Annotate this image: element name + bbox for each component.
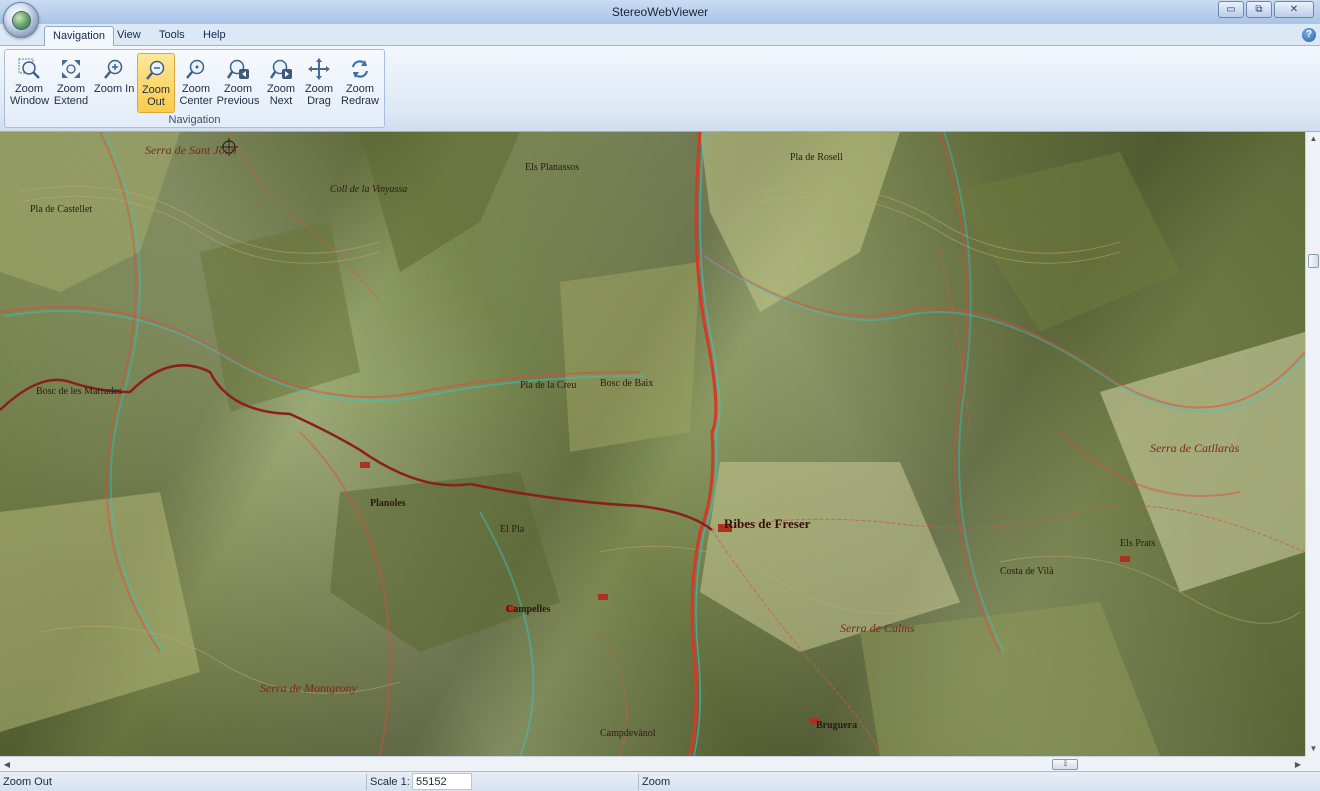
scale-input[interactable] [412, 773, 472, 790]
map-label: Serra de Montgrony [260, 681, 358, 695]
terrain-shading [0, 132, 1305, 756]
zoom-next-icon [269, 59, 292, 79]
zoom-center-button[interactable]: Zoom Center [178, 53, 214, 113]
map-label: Campelles [506, 604, 551, 615]
zoom-in-icon [104, 59, 123, 79]
zoom-window-button[interactable]: Zoom Window [10, 53, 50, 113]
globe-icon [12, 11, 31, 30]
zoom-out-label-1: Zoom [141, 84, 171, 96]
map-label: Bosc de Baix [600, 378, 653, 389]
zoom-extend-label-1: Zoom [56, 83, 86, 95]
stereo-map: Serra de Sant Joan Pla de Castellet Pla … [0, 132, 1305, 756]
maximize-button[interactable]: ⧉ [1246, 1, 1272, 18]
zoom-redraw-icon [351, 60, 369, 78]
scroll-up-button[interactable]: ▲ [1306, 132, 1320, 146]
zoom-previous-icon [226, 59, 249, 79]
map-label: Pla de Rosell [790, 152, 843, 163]
map-label: Campdevànol [600, 728, 656, 739]
scale-label: Scale 1: [370, 776, 410, 788]
ribbon-tab-bar: Navigation View Tools Help ? [0, 24, 1320, 47]
zoom-center-label-2: Center [179, 95, 213, 107]
map-label: Serra de Catllaràs [1150, 441, 1240, 455]
map-label: Coll de la Vinyassa [330, 184, 407, 195]
zoom-redraw-button[interactable]: Zoom Redraw [339, 53, 381, 113]
zoom-drag-label-1: Zoom [304, 83, 334, 95]
map-label: Pla de la Creu [520, 380, 576, 391]
map-label: Els Planassos [525, 162, 579, 173]
zoom-extend-button[interactable]: Zoom Extend [53, 53, 89, 113]
zoom-next-label-2: Next [269, 95, 293, 107]
status-mode: Zoom Out [3, 776, 52, 788]
zoom-center-label-1: Zoom [181, 83, 211, 95]
vertical-scrollbar[interactable]: ▲ ▼ [1305, 132, 1320, 756]
zoom-extend-label-2: Extend [53, 95, 89, 107]
close-button[interactable]: ✕ [1274, 1, 1314, 18]
map-label: Serra de Sant Joan [145, 143, 237, 157]
zoom-in-label-1: Zoom In [94, 83, 135, 95]
zoom-drag-icon [308, 58, 330, 80]
horizontal-scroll-thumb[interactable]: ⁞⁞⁞ [1052, 759, 1078, 770]
zoom-extend-icon [62, 60, 80, 78]
scroll-left-button[interactable]: ◀ [0, 757, 14, 772]
ribbon: Zoom Window Zoom Extend Zoom In Zoom Out… [0, 46, 1320, 132]
map-label: Ribes de Freser [724, 516, 811, 531]
help-icon[interactable]: ? [1302, 28, 1316, 42]
map-label: El Pla [500, 524, 525, 535]
app-menu-button[interactable] [3, 2, 39, 38]
status-divider [366, 774, 367, 790]
map-label: Pla de Castellet [30, 204, 92, 215]
map-label: Serra de Calms [840, 621, 915, 635]
zoom-drag-button[interactable]: Zoom Drag [302, 53, 336, 113]
zoom-previous-label-2: Previous [216, 95, 260, 107]
zoom-window-label-2: Window [10, 95, 50, 107]
scroll-right-button[interactable]: ▶ [1291, 757, 1305, 772]
tab-tools[interactable]: Tools [151, 26, 193, 46]
zoom-out-button[interactable]: Zoom Out [137, 53, 175, 113]
map-label: Costa de Vilà [1000, 566, 1054, 577]
navigation-group-label: Navigation [168, 114, 221, 126]
zoom-center-icon [186, 59, 205, 79]
window-controls: ▭ ⧉ ✕ [1218, 1, 1314, 18]
zoom-drag-label-2: Drag [307, 95, 331, 107]
status-tool: Zoom [642, 776, 671, 788]
window-title: StereoWebViewer [611, 5, 709, 19]
scroll-corner [1305, 756, 1320, 771]
map-label: Bosc de les Marrades [36, 386, 122, 397]
map-label: Planoles [370, 498, 406, 509]
tab-view[interactable]: View [109, 26, 149, 46]
tab-navigation[interactable]: Navigation [44, 26, 114, 47]
river [688, 132, 718, 756]
map-viewport[interactable]: Serra de Sant Joan Pla de Castellet Pla … [0, 132, 1305, 756]
horizontal-scrollbar[interactable]: ◀ ⁞⁞⁞ ▶ [0, 756, 1305, 771]
status-bar: Zoom Out Scale 1: Zoom [0, 771, 1320, 791]
scroll-down-button[interactable]: ▼ [1306, 742, 1320, 756]
zoom-out-icon [146, 60, 165, 80]
minimize-button[interactable]: ▭ [1218, 1, 1244, 18]
zoom-window-icon [18, 58, 40, 79]
zoom-in-button[interactable]: Zoom In [94, 53, 134, 113]
map-label: Bruguera [816, 720, 857, 731]
vertical-scroll-thumb[interactable] [1308, 254, 1319, 268]
zoom-window-label-1: Zoom [14, 83, 44, 95]
zoom-next-button[interactable]: Zoom Next [264, 53, 298, 113]
map-label: Els Prats [1120, 538, 1155, 549]
zoom-previous-button[interactable]: Zoom Previous [216, 53, 260, 113]
zoom-redraw-label-1: Zoom [345, 83, 375, 95]
title-bar: StereoWebViewer ▭ ⧉ ✕ [0, 0, 1320, 38]
zoom-previous-label-1: Zoom [223, 83, 253, 95]
zoom-next-label-1: Zoom [266, 83, 296, 95]
zoom-out-label-2: Out [147, 96, 165, 108]
river-shadow [693, 132, 721, 756]
status-divider [638, 774, 639, 790]
tab-help[interactable]: Help [195, 26, 234, 46]
navigation-group: Zoom Window Zoom Extend Zoom In Zoom Out… [4, 49, 385, 128]
zoom-redraw-label-2: Redraw [341, 95, 379, 107]
